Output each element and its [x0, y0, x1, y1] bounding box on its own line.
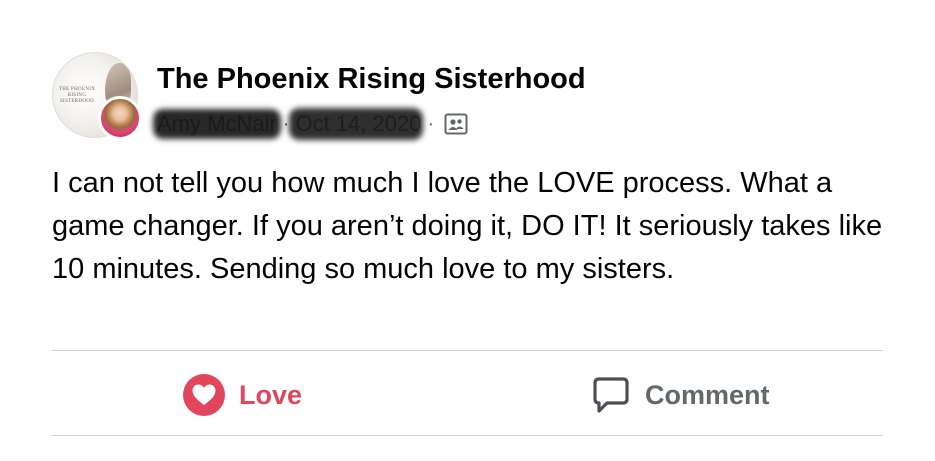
comment-button[interactable]: Comment [591, 373, 770, 417]
post-timestamp-redacted[interactable]: Oct 14, 2020 [295, 111, 421, 137]
divider [52, 350, 883, 351]
group-name-link[interactable]: The Phoenix Rising Sisterhood [157, 63, 586, 96]
member-avatar[interactable] [98, 96, 142, 140]
avatar-group[interactable]: THE PHOENIX RISING SISTERHOOD [52, 52, 142, 142]
meta-separator: · [427, 112, 435, 135]
heart-icon [183, 374, 225, 416]
meta-separator: · [282, 112, 290, 135]
author-name-redacted[interactable]: Amy McNair [157, 111, 277, 137]
post-card: THE PHOENIX RISING SISTERHOOD The Phoeni… [0, 0, 935, 461]
speech-bubble-icon [591, 375, 631, 415]
love-button-label: Love [239, 379, 303, 410]
post-meta: Amy McNair · Oct 14, 2020 · [157, 106, 468, 142]
divider [52, 435, 883, 436]
group-logo-text: THE PHOENIX RISING SISTERHOOD [58, 87, 96, 104]
group-members-icon [444, 113, 468, 135]
love-button[interactable]: Love [183, 373, 302, 417]
comment-button-label: Comment [645, 379, 770, 410]
post-body-text: I can not tell you how much I love the L… [52, 167, 883, 285]
